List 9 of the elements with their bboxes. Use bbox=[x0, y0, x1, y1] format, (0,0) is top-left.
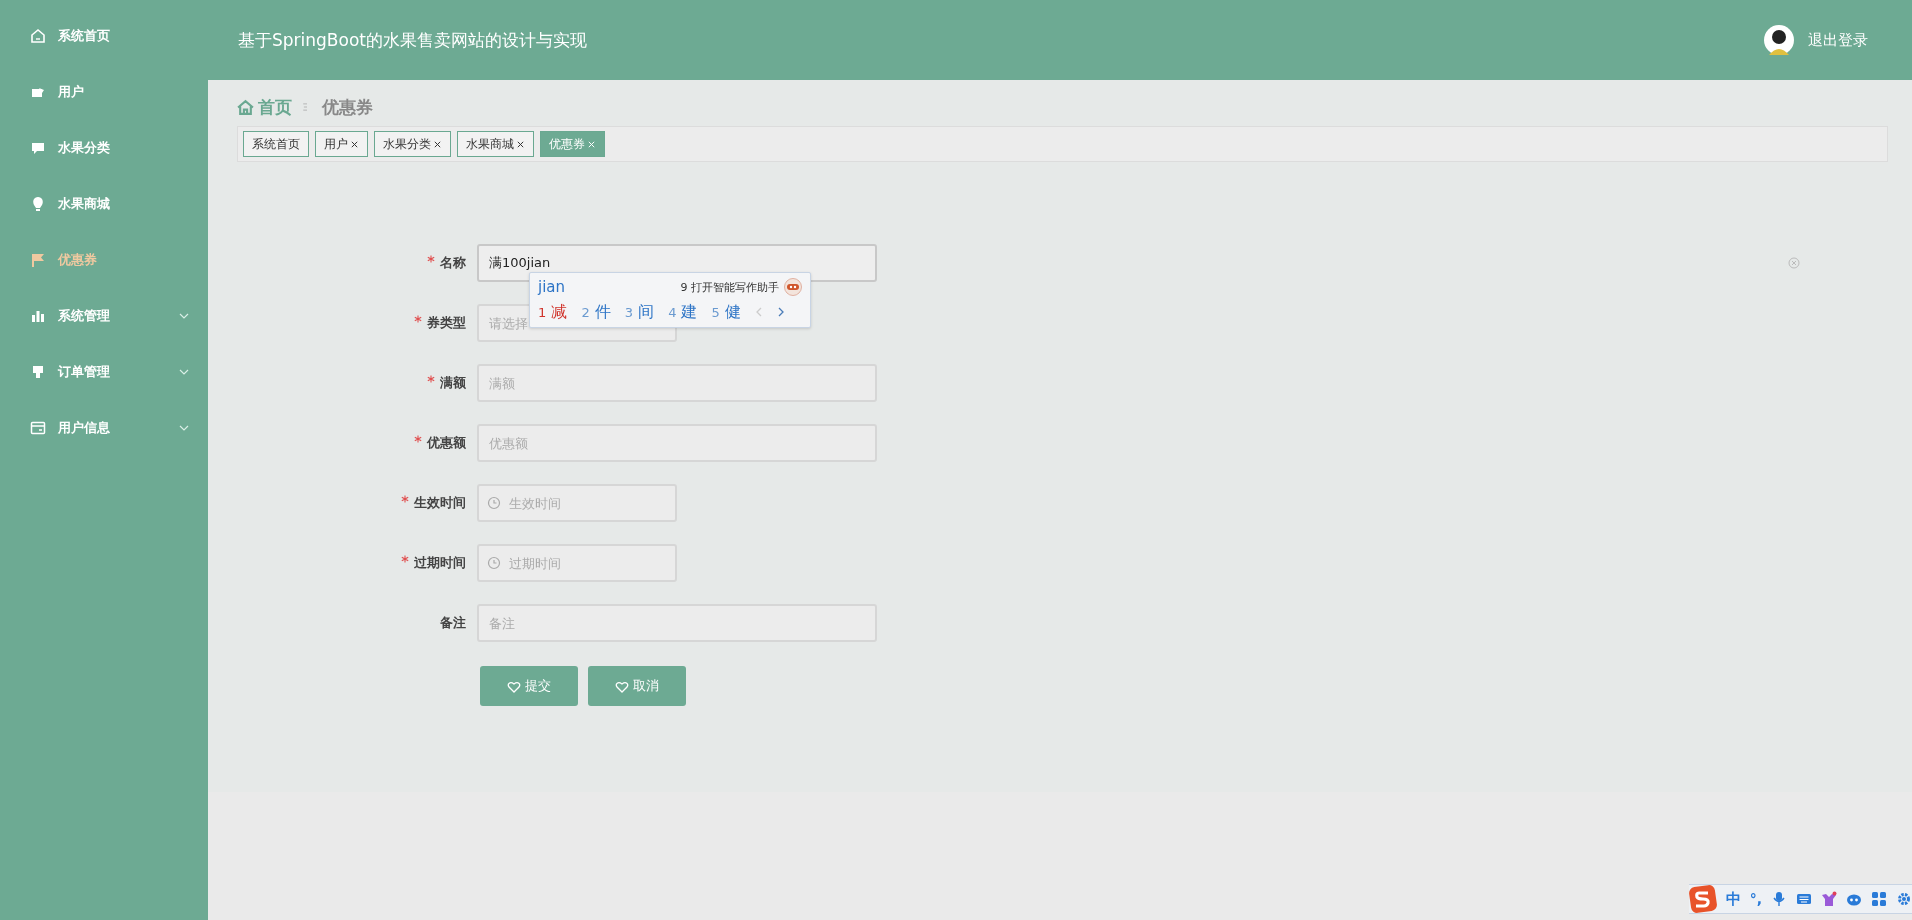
breadcrumb-current: 优惠券 bbox=[322, 95, 373, 119]
field-label: 生效时间 bbox=[414, 495, 466, 510]
field-label: 优惠额 bbox=[427, 435, 466, 450]
field-label: 券类型 bbox=[427, 315, 466, 330]
field-label: 备注 bbox=[440, 615, 466, 630]
field-label: 过期时间 bbox=[414, 555, 466, 570]
field-label: 名称 bbox=[440, 255, 466, 270]
site-title: 基于SpringBoot的水果售卖网站的设计与实现 bbox=[238, 28, 587, 52]
field-label: 满额 bbox=[440, 375, 466, 390]
